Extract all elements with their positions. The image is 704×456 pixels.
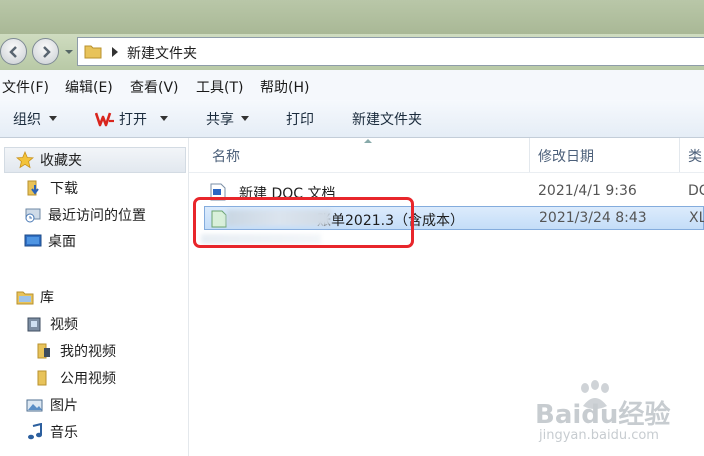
column-divider[interactable] [679,138,680,172]
nav-favorites[interactable]: 收藏夹 [16,149,186,171]
nav-my-videos[interactable]: 我的视频 [36,340,186,362]
open-dropdown-icon[interactable] [160,116,168,121]
nav-libraries[interactable]: 库 [16,286,186,308]
nav-downloads[interactable]: 下载 [26,177,186,199]
breadcrumb-current-folder[interactable]: 新建文件夹 [127,43,197,63]
folder-icon [84,45,102,59]
nav-pictures[interactable]: 图片 [26,394,186,416]
forward-arrow-icon [43,46,51,58]
nav-label: 图片 [50,398,78,414]
menu-bar: 文件(F) 编辑(E) 查看(V) 工具(T) 帮助(H) [0,70,704,101]
menu-help[interactable]: 帮助(H) [260,77,309,97]
baidu-watermark: Baidu经验 jingyan.baidu.com [535,380,704,456]
breadcrumb-separator-icon[interactable] [112,47,118,57]
folder-icon [37,370,47,386]
back-arrow-icon [9,46,17,58]
navigation-pane: 收藏夹 下载 最近访问的位置 桌面 库 视频 我的视频 公用视频 图片 音乐 [0,138,189,456]
nav-music[interactable]: 音乐 [26,421,186,443]
column-header-type[interactable]: 类 [688,146,702,166]
new-folder-button[interactable]: 新建文件夹 [352,109,422,129]
command-toolbar: 组织 打开 共享 打印 新建文件夹 [0,100,704,138]
back-button[interactable] [0,38,27,65]
recent-places-icon [25,208,41,223]
menu-edit[interactable]: 编辑(E) [65,77,113,97]
nav-recent-places[interactable]: 最近访问的位置 [24,204,186,226]
nav-label: 桌面 [48,234,76,250]
downloads-folder-icon [27,180,39,196]
library-folder-icon [16,291,34,305]
organize-button[interactable]: 组织 [13,109,41,129]
annotation-highlight [193,197,414,248]
nav-videos[interactable]: 视频 [26,313,186,335]
nav-desktop[interactable]: 桌面 [24,230,186,252]
watermark-brand: Baidu经验 [535,400,671,430]
video-folder-icon [37,343,50,359]
address-toolbar: 新建文件夹 [0,34,704,70]
column-header-row: 名称 修改日期 类 [189,138,704,173]
nav-label: 音乐 [50,425,78,441]
nav-public-videos[interactable]: 公用视频 [36,367,186,389]
video-library-icon [27,317,41,332]
share-button[interactable]: 共享 [206,109,234,129]
watermark-url: jingyan.baidu.com [539,428,659,443]
desktop-icon [24,234,42,247]
menu-tools[interactable]: 工具(T) [196,77,243,97]
chevron-down-icon [65,50,73,54]
column-header-name[interactable]: 名称 [212,146,240,166]
organize-dropdown-icon[interactable] [49,116,57,121]
forward-button[interactable] [32,38,59,65]
nav-label: 最近访问的位置 [48,208,146,224]
menu-file[interactable]: 文件(F) [2,77,49,97]
nav-label: 我的视频 [60,344,116,360]
nav-label: 库 [40,290,54,306]
column-divider[interactable] [529,138,530,172]
open-button[interactable]: 打开 [119,109,147,129]
sort-ascending-icon [364,139,372,143]
share-dropdown-icon[interactable] [241,116,249,121]
nav-label: 收藏夹 [40,153,82,169]
menu-view[interactable]: 查看(V) [130,77,179,97]
address-bar[interactable]: 新建文件夹 [77,37,704,66]
file-type: XL [689,210,704,226]
file-modified: 2021/3/24 8:43 [539,210,647,226]
file-type: DC [688,183,704,199]
wps-icon [95,112,114,127]
nav-label: 下载 [50,181,78,197]
nav-label: 视频 [50,317,78,333]
file-modified: 2021/4/1 9:36 [538,183,637,199]
pictures-icon [26,399,43,412]
nav-label: 公用视频 [60,371,116,387]
music-note-icon [28,423,42,440]
star-icon [16,151,34,169]
column-header-modified[interactable]: 修改日期 [538,146,594,166]
print-button[interactable]: 打印 [286,109,314,129]
recent-pages-dropdown[interactable] [64,46,74,58]
window-title-bar [0,0,704,34]
